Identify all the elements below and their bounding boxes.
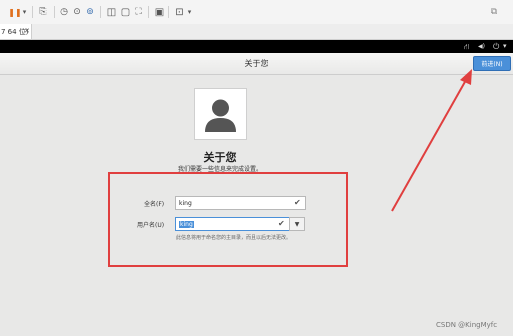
watermark: CSDN @KingMyfc <box>436 321 498 329</box>
annotation-arrow <box>391 69 472 212</box>
